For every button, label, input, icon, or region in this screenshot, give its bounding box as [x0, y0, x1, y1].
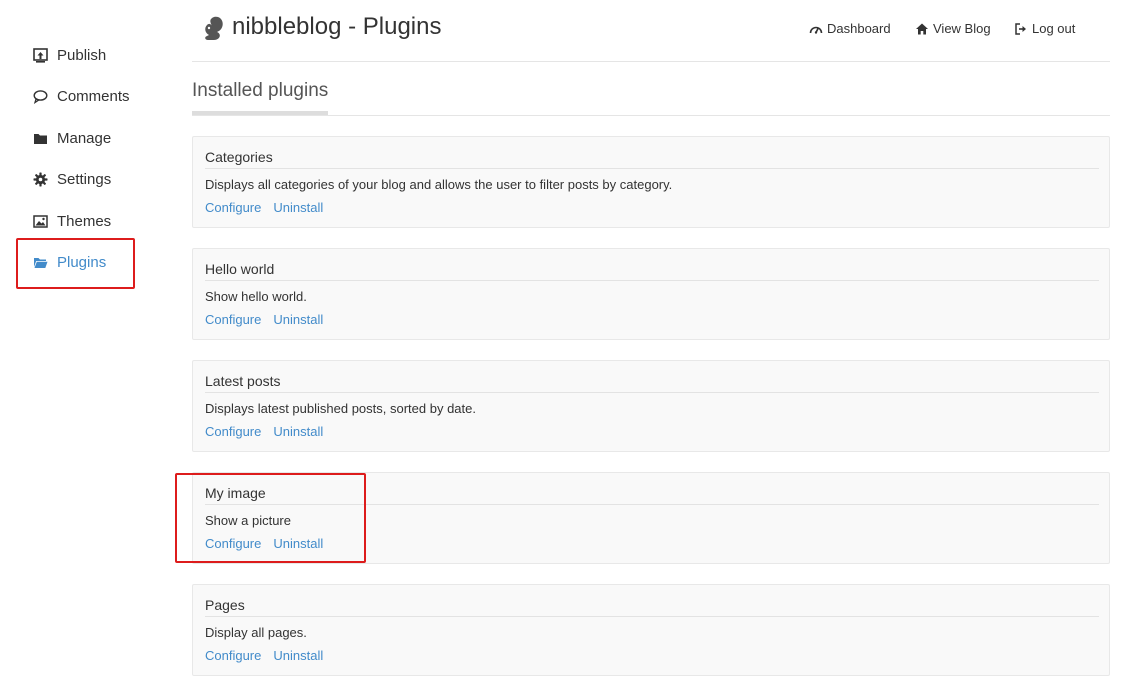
logout-icon [1014, 22, 1028, 36]
sidebar-item-label: Themes [57, 212, 112, 230]
divider [205, 168, 1099, 169]
sidebar: Publish Comments Manage Settings Themes … [0, 0, 170, 700]
sidebar-item-manage[interactable]: Manage [32, 127, 111, 149]
plugin-name: Pages [205, 597, 245, 613]
plugin-card-categories: Categories Displays all categories of yo… [192, 136, 1110, 228]
divider [205, 392, 1099, 393]
uninstall-link[interactable]: Uninstall [273, 200, 323, 215]
plugin-description: Displays all categories of your blog and… [205, 177, 673, 192]
dashboard-icon [809, 22, 823, 36]
upload-icon [32, 47, 48, 63]
logout-label: Log out [1032, 21, 1076, 36]
plugin-name: My image [205, 485, 266, 501]
sidebar-item-label: Settings [57, 170, 112, 188]
view-blog-link[interactable]: View Blog [915, 21, 991, 36]
uninstall-link[interactable]: Uninstall [273, 312, 323, 327]
divider [205, 280, 1099, 281]
tab-installed-plugins[interactable]: Installed plugins [192, 80, 329, 115]
section-divider [192, 115, 1110, 116]
plugin-card-pages: Pages Display all pages. Configure Uninst… [192, 584, 1110, 676]
plugin-description: Show a picture [205, 513, 291, 528]
configure-link[interactable]: Configure [205, 424, 261, 439]
configure-link[interactable]: Configure [205, 536, 261, 551]
folder-open-icon [32, 254, 48, 270]
sidebar-item-plugins[interactable]: Plugins [32, 251, 106, 273]
uninstall-link[interactable]: Uninstall [273, 536, 323, 551]
plugin-card-hello-world: Hello world Show hello world. Configure U… [192, 248, 1110, 340]
sidebar-item-settings[interactable]: Settings [32, 168, 111, 190]
page-title: nibbleblog - Plugins [232, 13, 442, 40]
view-blog-label: View Blog [933, 21, 991, 36]
picture-icon [32, 213, 48, 229]
sidebar-item-comments[interactable]: Comments [32, 85, 130, 107]
gear-icon [32, 171, 48, 187]
plugin-name: Hello world [205, 261, 275, 277]
sidebar-item-publish[interactable]: Publish [32, 44, 106, 66]
plugin-description: Show hello world. [205, 289, 307, 304]
squirrel-logo-icon [200, 14, 226, 42]
plugin-card-my-image: My image Show a picture Configure Uninsta… [192, 472, 1110, 564]
sidebar-item-themes[interactable]: Themes [32, 210, 111, 232]
folder-icon [32, 130, 48, 146]
plugin-card-latest-posts: Latest posts Displays latest published p… [192, 360, 1110, 452]
comment-icon [32, 88, 48, 104]
divider [205, 504, 1099, 505]
dashboard-label: Dashboard [827, 21, 891, 36]
uninstall-link[interactable]: Uninstall [273, 424, 323, 439]
uninstall-link[interactable]: Uninstall [273, 648, 323, 663]
home-icon [915, 22, 929, 36]
configure-link[interactable]: Configure [205, 312, 261, 327]
dashboard-link[interactable]: Dashboard [809, 21, 891, 36]
logout-link[interactable]: Log out [1014, 21, 1075, 36]
plugin-name: Categories [205, 149, 273, 165]
configure-link[interactable]: Configure [205, 200, 261, 215]
sidebar-item-label: Comments [57, 87, 130, 105]
configure-link[interactable]: Configure [205, 648, 261, 663]
plugin-description: Displays latest published posts, sorted … [205, 401, 476, 416]
plugin-name: Latest posts [205, 373, 281, 389]
header: nibbleblog - Plugins Dashboard View Blog… [192, 0, 1110, 62]
sidebar-item-label: Plugins [57, 253, 107, 271]
sidebar-item-label: Publish [57, 46, 107, 64]
divider [205, 616, 1099, 617]
plugin-description: Display all pages. [205, 625, 307, 640]
sidebar-item-label: Manage [57, 129, 112, 147]
